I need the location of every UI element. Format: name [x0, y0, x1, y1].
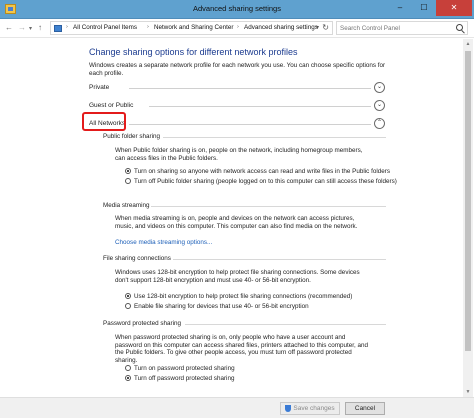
radio-checked[interactable]	[125, 293, 131, 299]
chevron-up-icon[interactable]: ⌃	[374, 118, 385, 129]
recent-locations-icon[interactable]: ▾	[29, 24, 32, 34]
section-public-folder: Public folder sharing	[103, 133, 386, 140]
divider	[173, 259, 386, 260]
radio-unchecked[interactable]	[125, 178, 131, 184]
close-button[interactable]: ✕	[436, 0, 472, 16]
radio-checked[interactable]	[125, 168, 131, 174]
cancel-button[interactable]: Cancel	[345, 402, 385, 415]
up-arrow-icon[interactable]: ↑	[38, 23, 42, 33]
intro-text: Windows creates a separate network profi…	[89, 62, 386, 77]
option-label[interactable]: Turn on sharing so anyone with network a…	[134, 167, 390, 176]
media-streaming-link[interactable]: Choose media streaming options...	[115, 239, 212, 246]
breadcrumb-separator[interactable]: ›	[147, 24, 149, 30]
profile-private[interactable]: Private ⌄	[89, 82, 385, 94]
option-label[interactable]: Enable file sharing for devices that use…	[134, 302, 309, 311]
breadcrumb-separator[interactable]: ›	[66, 24, 68, 30]
section-media-streaming: Media streaming	[103, 202, 386, 209]
radio-unchecked[interactable]	[125, 303, 131, 309]
option-label[interactable]: Turn on password protected sharing	[134, 364, 235, 373]
profile-label: Guest or Public	[89, 102, 134, 109]
search-input[interactable]	[340, 23, 450, 33]
public-folder-description: When Public folder sharing is on, people…	[115, 147, 363, 162]
annotation-highlight-box	[82, 112, 126, 131]
save-label: Save changes	[293, 405, 335, 412]
crumb-all-items[interactable]: All Control Panel Items	[73, 24, 137, 31]
option-label[interactable]: Use 128-bit encryption to help protect f…	[134, 292, 352, 301]
password-description: When password protected sharing is on, o…	[115, 334, 369, 365]
option-label[interactable]: Turn off password protected sharing	[134, 374, 234, 383]
page-heading: Change sharing options for different net…	[89, 47, 298, 57]
breadcrumb-separator[interactable]: ›	[237, 24, 239, 30]
scroll-thumb[interactable]	[465, 51, 471, 351]
forward-arrow-icon[interactable]: →	[18, 23, 26, 33]
refresh-icon[interactable]: ↻	[322, 23, 329, 32]
divider	[163, 137, 386, 138]
divider	[129, 124, 371, 125]
search-icon[interactable]	[456, 24, 463, 31]
radio-checked[interactable]	[125, 375, 131, 381]
control-panel-small-icon	[54, 25, 62, 32]
chevron-down-icon[interactable]: ⌄	[374, 82, 385, 93]
settings-content: Change sharing options for different net…	[0, 39, 462, 397]
section-file-sharing-connections: File sharing connections	[103, 255, 386, 262]
vertical-scrollbar[interactable]: ▲ ▼	[463, 39, 473, 397]
profile-label: Private	[89, 84, 110, 91]
breadcrumb[interactable]: › All Control Panel Items › Network and …	[50, 21, 333, 35]
divider	[149, 106, 371, 107]
scroll-up-icon[interactable]: ▲	[463, 39, 473, 49]
encryption-description: Windows uses 128-bit encryption to help …	[115, 269, 360, 284]
divider	[129, 88, 371, 89]
title-bar: Advanced sharing settings – ☐ ✕	[0, 0, 474, 19]
minimize-button[interactable]: –	[388, 0, 412, 16]
save-changes-button[interactable]: Save changes	[280, 402, 340, 415]
option-label[interactable]: Turn off Public folder sharing (people l…	[134, 177, 397, 186]
uac-shield-icon	[285, 405, 291, 412]
divider	[151, 206, 386, 207]
profile-guest-public[interactable]: Guest or Public ⌄	[89, 100, 385, 112]
chevron-down-icon[interactable]: ⌄	[374, 100, 385, 111]
divider	[185, 324, 386, 325]
profile-all-networks[interactable]: All Networks ⌃	[89, 118, 385, 130]
maximize-button[interactable]: ☐	[412, 0, 436, 16]
bottom-bar: Save changes Cancel	[0, 397, 474, 418]
search-box[interactable]	[336, 21, 468, 35]
crumb-network-center[interactable]: Network and Sharing Center	[154, 24, 233, 31]
back-arrow-icon[interactable]: ←	[5, 23, 13, 33]
media-description: When media streaming is on, people and d…	[115, 215, 358, 230]
address-dropdown-icon[interactable]: ▾	[316, 24, 319, 31]
radio-unchecked[interactable]	[125, 365, 131, 371]
address-bar: ← → ▾ ↑ › All Control Panel Items › Netw…	[0, 19, 474, 38]
scroll-down-icon[interactable]: ▼	[463, 387, 473, 397]
section-password-sharing: Password protected sharing	[103, 320, 386, 327]
crumb-advanced-sharing[interactable]: Advanced sharing settings	[244, 24, 318, 31]
